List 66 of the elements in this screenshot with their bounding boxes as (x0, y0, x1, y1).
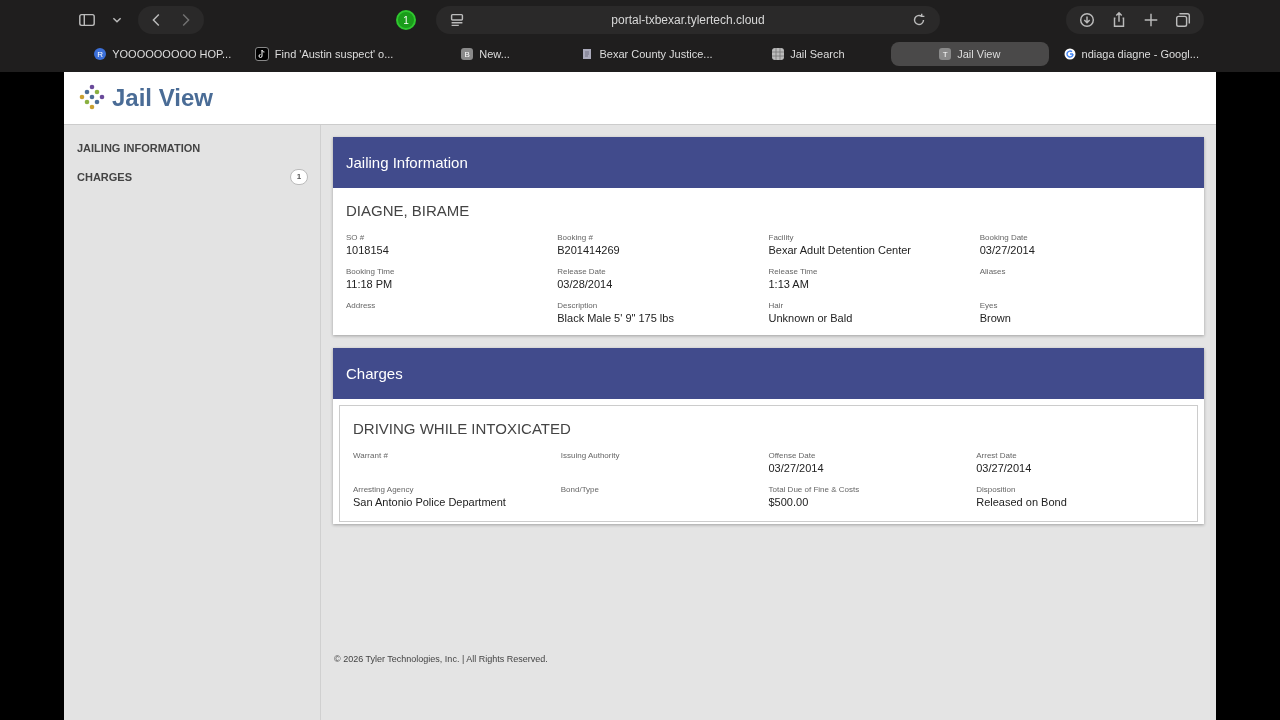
field-label: Address (346, 301, 377, 310)
field-value: 03/27/2014 (979, 244, 1036, 257)
field-value: Unknown or Bald (768, 312, 854, 325)
grid-favicon-icon (772, 48, 785, 60)
field-value: Black Male 5' 9" 175 lbs (557, 312, 675, 325)
charge-title: DRIVING WHILE INTOXICATED (353, 420, 572, 437)
extension-badge[interactable]: 1 (396, 10, 416, 30)
plus-icon[interactable] (1142, 11, 1160, 29)
field-label: Facility (768, 233, 795, 242)
g-favicon-icon (1063, 48, 1076, 60)
dots-logo-icon (78, 84, 106, 112)
field-label: Booking # (557, 233, 594, 242)
browser-tab[interactable]: Bexar County Justice... (568, 42, 726, 66)
field-value: $500.00 (768, 496, 810, 509)
inmate-name: DIAGNE, BIRAME (346, 202, 471, 219)
document-favicon-icon (581, 48, 594, 60)
field-label: Eyes (979, 301, 999, 310)
browser-tab[interactable]: R YOOOOOOOOO HOP... (84, 42, 242, 66)
field-value: Released on Bond (976, 496, 1068, 509)
field-label: SO # (346, 233, 366, 242)
field-value: 03/27/2014 (768, 462, 825, 475)
footer-text: © 2026 Tyler Technologies, Inc. | All Rights Reserved. (333, 654, 549, 664)
field-label: Description (557, 301, 599, 310)
field-value: 03/28/2014 (557, 278, 614, 291)
field-label: Arresting Agency (353, 485, 415, 494)
browser-tab[interactable]: T Jail View (891, 42, 1049, 66)
field-value: Brown (979, 312, 1012, 325)
field-label: Booking Date (979, 233, 1029, 242)
letter-favicon: B (461, 48, 474, 60)
field-label: Arrest Date (976, 451, 1018, 460)
field-value: 11:18 PM (346, 278, 394, 291)
field-value: San Antonio Police Department (353, 496, 507, 509)
letter-favicon: R (94, 48, 107, 60)
field-label: Release Time (768, 267, 819, 276)
site-logo[interactable]: Jail View (112, 84, 213, 112)
browser-tab[interactable]: B New... (406, 42, 565, 66)
field-label: Offense Date (768, 451, 817, 460)
sidebar-icon[interactable] (78, 11, 96, 29)
panel-header: Charges (333, 348, 1204, 399)
browser-tab[interactable]: ndiaga diagne - Googl... (1052, 42, 1210, 66)
field-value: Bexar Adult Detention Center (768, 244, 912, 257)
field-value: 1:13 AM (768, 278, 810, 291)
field-value: 1018154 (346, 244, 390, 257)
page-menu-icon[interactable] (448, 11, 466, 29)
letter-favicon: T (939, 48, 952, 60)
field-label: Bond/Type (560, 485, 600, 494)
sidebar-item[interactable]: JAILING INFORMATION (64, 133, 320, 162)
field-label: Aliases (979, 267, 1007, 276)
field-label: Release Date (557, 267, 607, 276)
browser-tab[interactable]: Jail Search (729, 42, 888, 66)
count-badge: 1 (290, 168, 308, 185)
browser-tab[interactable]: Find 'Austin suspect' o... (245, 42, 403, 66)
download-icon[interactable] (1078, 11, 1096, 29)
field-value: B201414269 (557, 244, 621, 257)
sidebar-item[interactable]: CHARGES 1 (64, 162, 320, 191)
field-label: Booking Time (346, 267, 396, 276)
field-label: Hair (768, 301, 785, 310)
address-bar[interactable]: portal-txbexar.tylertech.cloud (436, 6, 940, 34)
field-label: Warrant # (353, 451, 389, 460)
field-label: Issuing Authority (560, 451, 621, 460)
panel-header: Jailing Information (333, 137, 1204, 188)
tabs-overview-icon[interactable] (1174, 11, 1192, 29)
field-label: Disposition (976, 485, 1017, 494)
field-label: Total Due of Fine & Costs (768, 485, 861, 494)
field-value: 03/27/2014 (976, 462, 1033, 475)
note-favicon-icon (254, 47, 269, 61)
